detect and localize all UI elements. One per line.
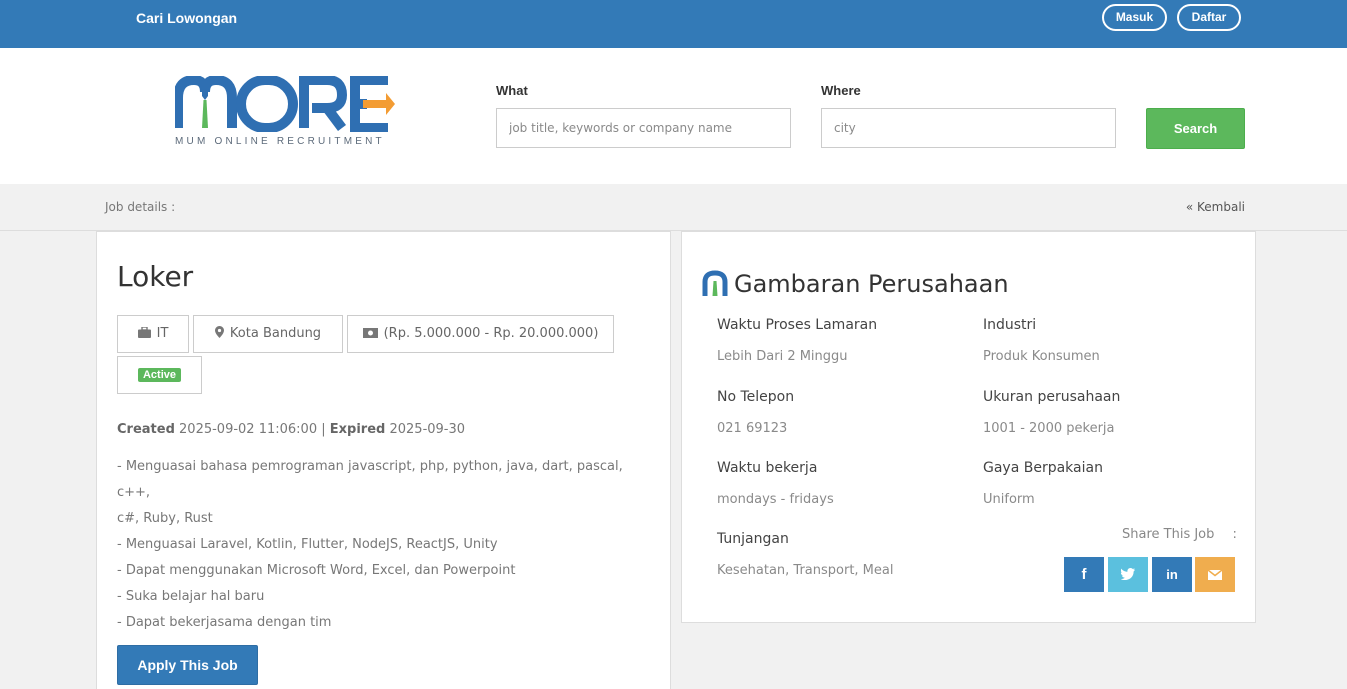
salary-text: (Rp. 5.000.000 - Rp. 20.000.000) [383,326,599,341]
status-badge: Active [137,368,182,382]
nav-brand-link[interactable]: Cari Lowongan [136,10,237,26]
info-label: Waktu Proses Lamaran [717,317,878,333]
expired-date: 2025-09-30 [389,422,466,437]
created-date: 2025-09-02 11:06:00 [179,422,318,437]
breadcrumb: Job details : « Kembali [0,184,1347,231]
info-label: Industri [983,317,1037,333]
info-value: Lebih Dari 2 Minggu [717,349,848,364]
email-icon [1207,569,1223,580]
info-dress-code: Gaya Berpakaian Uniform [983,460,1103,507]
email-share-button[interactable] [1195,557,1235,592]
where-label: Where [821,83,861,98]
info-value: Produk Konsumen [983,349,1100,364]
info-process-time: Waktu Proses Lamaran Lebih Dari 2 Minggu [717,317,877,364]
twitter-icon [1120,568,1135,581]
site-logo[interactable]: MUM ONLINE RECRUITMENT [173,74,405,151]
company-heading: Gambaran Perusahaan [702,270,1009,298]
share-text: Share This Job [1122,527,1215,542]
location-chip: Kota Bandung [193,315,343,353]
share-label: Share This Job : [1122,527,1237,542]
share-colon: : [1232,527,1237,542]
info-value: 1001 - 2000 pekerja [983,421,1115,436]
requirement-item: - Menguasai Laravel, Kotlin, Flutter, No… [117,537,498,552]
info-label: No Telepon [717,389,795,405]
search-button[interactable]: Search [1146,108,1245,149]
apply-job-button[interactable]: Apply This Job [117,645,258,685]
twitter-share-button[interactable] [1108,557,1148,592]
salary-chip: (Rp. 5.000.000 - Rp. 20.000.000) [347,315,614,353]
requirement-item: - Dapat menggunakan Microsoft Word, Exce… [117,563,516,578]
requirement-item: - Dapat bekerjasama dengan tim [117,615,332,630]
location-text: Kota Bandung [229,326,322,341]
job-detail-panel: Loker IT Kota Bandung (Rp. 5.000.000 - R… [96,231,671,689]
info-label: Gaya Berpakaian [983,460,1103,476]
company-title: Gambaran Perusahaan [734,270,1009,298]
search-header: MUM ONLINE RECRUITMENT What Where Search [0,48,1347,184]
info-company-size: Ukuran perusahaan 1001 - 2000 pekerja [983,389,1120,436]
what-label: What [496,83,528,98]
breadcrumb-label: Job details : [105,200,176,214]
info-working-time: Waktu bekerja mondays - fridays [717,460,834,507]
logo-tagline: MUM ONLINE RECRUITMENT [175,136,385,147]
map-marker-icon [214,326,224,338]
job-requirements: - Menguasai bahasa pemrograman javascrip… [117,454,647,636]
expired-label: Expired [329,422,386,437]
info-value: Uniform [983,492,1035,507]
register-button[interactable]: Daftar [1177,4,1241,31]
linkedin-icon: in [1166,567,1178,582]
info-value: mondays - fridays [717,492,834,507]
job-dates: Created 2025-09-02 11:06:00 | Expired 20… [117,422,465,437]
more-logo-icon [173,74,395,133]
facebook-share-button[interactable]: f [1064,557,1104,592]
requirement-item: c#, Ruby, Rust [117,511,213,526]
what-input[interactable] [496,108,791,148]
company-panel: Gambaran Perusahaan Waktu Proses Lamaran… [681,231,1256,623]
status-chip: Active [117,356,202,394]
created-label: Created [117,422,175,437]
category-text: IT [156,326,169,341]
where-input[interactable] [821,108,1116,148]
facebook-icon: f [1081,566,1087,583]
linkedin-share-button[interactable]: in [1152,557,1192,592]
category-chip: IT [117,315,189,353]
info-value: Kesehatan, Transport, Meal [717,563,894,578]
info-value: 021 69123 [717,421,788,436]
info-industry: Industri Produk Konsumen [983,317,1100,364]
money-icon [362,328,378,338]
top-navbar: Cari Lowongan Masuk Daftar [0,0,1347,48]
info-label: Waktu bekerja [717,460,818,476]
company-logo-icon [702,270,728,296]
info-benefits: Tunjangan Kesehatan, Transport, Meal [717,531,893,578]
requirement-item: - Menguasai bahasa pemrograman javascrip… [117,459,623,500]
login-button[interactable]: Masuk [1102,4,1167,31]
info-label: Ukuran perusahaan [983,389,1121,405]
info-phone: No Telepon 021 69123 [717,389,794,436]
briefcase-icon [137,326,151,338]
requirement-item: - Suka belajar hal baru [117,589,265,604]
back-link[interactable]: « Kembali [1186,200,1245,214]
info-label: Tunjangan [717,531,789,547]
job-title: Loker [117,260,194,293]
date-separator: | [321,422,326,437]
